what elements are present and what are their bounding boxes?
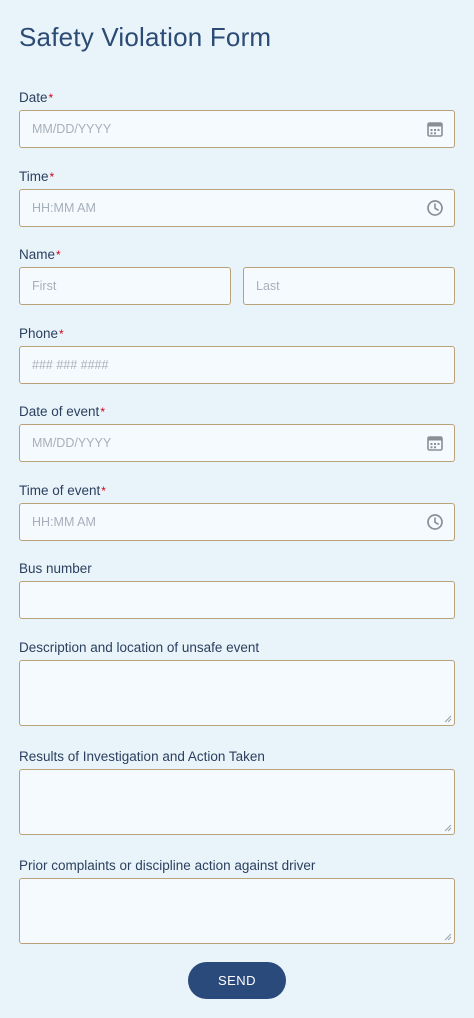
time-field: Time* HH:MM AM — [19, 168, 455, 227]
date-of-event-placeholder: MM/DD/YYYY — [32, 436, 112, 450]
required-mark: * — [59, 327, 64, 341]
time-of-event-label: Time of event* — [19, 482, 455, 500]
required-mark: * — [101, 484, 106, 498]
last-name-placeholder: Last — [256, 279, 280, 293]
last-name-input[interactable]: Last — [243, 267, 455, 305]
clock-icon[interactable] — [426, 199, 444, 217]
date-input[interactable]: MM/DD/YYYY — [19, 110, 455, 148]
bus-number-field: Bus number — [19, 560, 455, 619]
form-title: Safety Violation Form — [19, 22, 272, 52]
name-label: Name* — [19, 246, 455, 264]
prior-complaints-field: Prior complaints or discipline action ag… — [19, 857, 455, 944]
time-placeholder: HH:MM AM — [32, 201, 96, 215]
name-row: First Last — [19, 264, 455, 305]
description-label: Description and location of unsafe event — [19, 640, 260, 655]
results-field: Results of Investigation and Action Take… — [19, 748, 455, 835]
time-of-event-field: Time of event* HH:MM AM — [19, 482, 455, 541]
calendar-icon[interactable] — [426, 434, 444, 452]
calendar-icon[interactable] — [426, 120, 444, 138]
resize-grip-icon[interactable] — [444, 824, 452, 832]
bus-number-label: Bus number — [19, 561, 92, 576]
prior-complaints-label: Prior complaints or discipline action ag… — [19, 858, 316, 873]
description-textarea[interactable] — [19, 660, 455, 726]
safety-violation-form: Safety Violation Form Date* MM/DD/YYYY T… — [0, 0, 474, 1018]
time-of-event-label-text: Time of event — [19, 483, 101, 498]
phone-label-text: Phone — [19, 326, 59, 341]
phone-label: Phone* — [19, 325, 455, 343]
resize-grip-icon[interactable] — [444, 715, 452, 723]
date-field: Date* MM/DD/YYYY — [19, 89, 455, 148]
phone-field: Phone* ### ### #### — [19, 325, 455, 384]
date-of-event-label-text: Date of event — [19, 404, 100, 419]
required-mark: * — [56, 248, 61, 262]
results-label: Results of Investigation and Action Take… — [19, 749, 265, 764]
date-placeholder: MM/DD/YYYY — [32, 122, 112, 136]
resize-grip-icon[interactable] — [444, 933, 452, 941]
prior-complaints-textarea[interactable] — [19, 878, 455, 944]
time-label: Time* — [19, 168, 455, 186]
description-field: Description and location of unsafe event — [19, 639, 455, 726]
required-mark: * — [100, 405, 105, 419]
name-field: Name* First Last — [19, 246, 455, 305]
time-label-text: Time — [19, 169, 49, 184]
date-label: Date* — [19, 89, 455, 107]
time-of-event-input[interactable]: HH:MM AM — [19, 503, 455, 541]
date-of-event-field: Date of event* MM/DD/YYYY — [19, 403, 455, 462]
send-button[interactable]: SEND — [188, 962, 286, 999]
required-mark: * — [48, 91, 54, 105]
results-textarea[interactable] — [19, 769, 455, 835]
date-label-text: Date — [19, 90, 48, 105]
first-name-input[interactable]: First — [19, 267, 231, 305]
time-input[interactable]: HH:MM AM — [19, 189, 455, 227]
bus-number-input[interactable] — [19, 581, 455, 619]
required-mark: * — [49, 170, 55, 184]
time-of-event-placeholder: HH:MM AM — [32, 515, 96, 529]
first-name-placeholder: First — [32, 279, 57, 293]
date-of-event-input[interactable]: MM/DD/YYYY — [19, 424, 455, 462]
phone-placeholder: ### ### #### — [32, 358, 109, 372]
phone-input[interactable]: ### ### #### — [19, 346, 455, 384]
name-label-text: Name — [19, 247, 56, 262]
date-of-event-label: Date of event* — [19, 403, 455, 421]
clock-icon[interactable] — [426, 513, 444, 531]
